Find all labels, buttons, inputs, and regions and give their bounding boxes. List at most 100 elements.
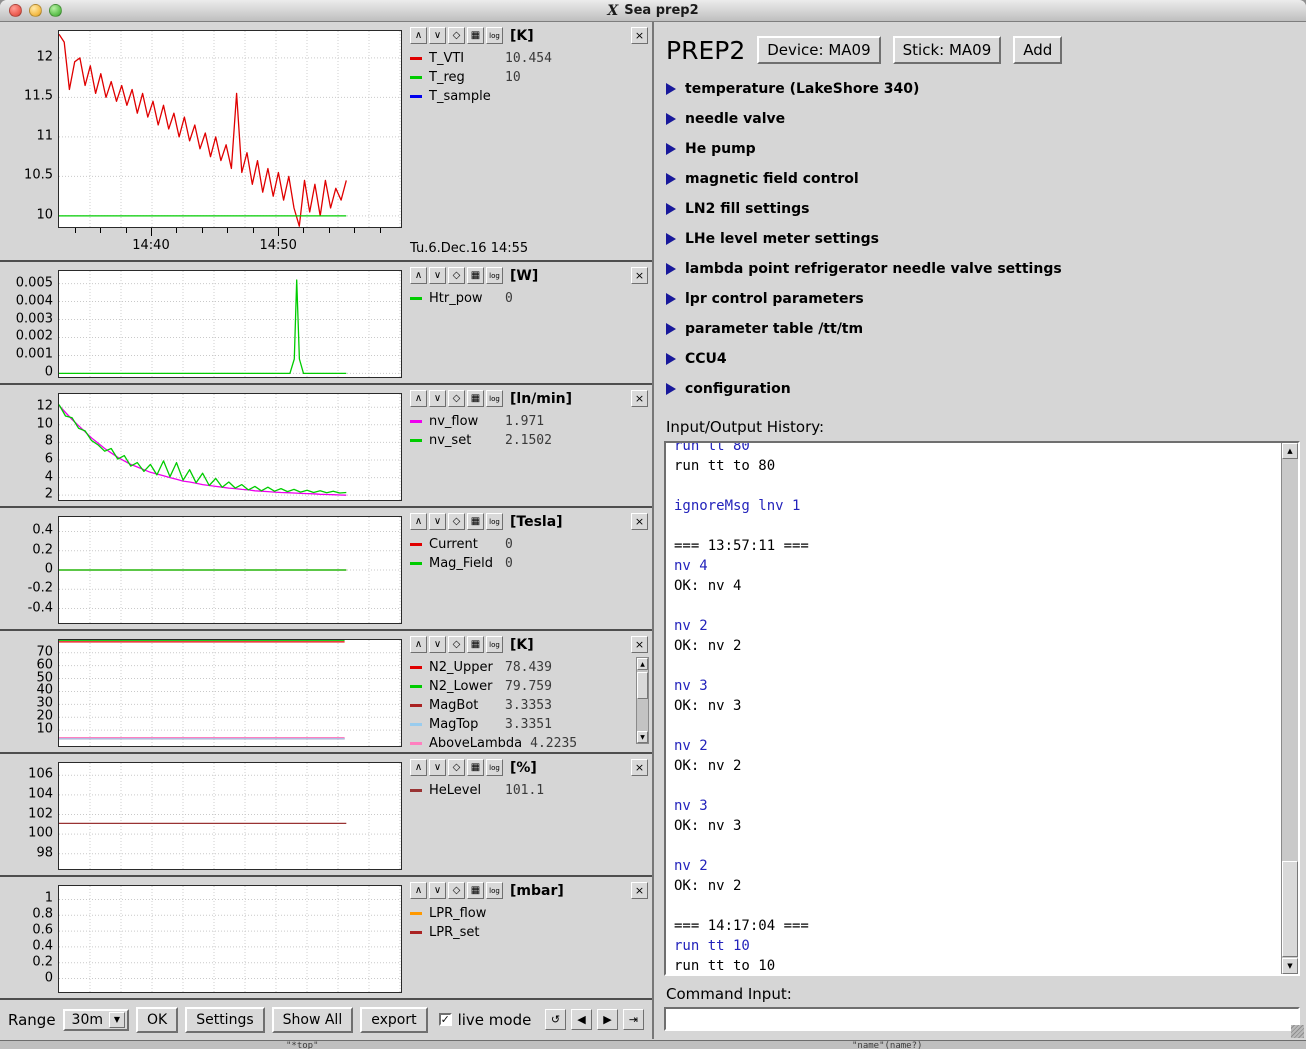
scroll-up-icon[interactable]: ▲ <box>1282 443 1298 459</box>
tree-item-ln2-fill-settings[interactable]: LN2 fill settings <box>666 194 1306 224</box>
shift-down-button[interactable]: ∨ <box>429 27 446 44</box>
jump-to-end-button[interactable]: ⇥ <box>623 1009 644 1030</box>
close-chart-button[interactable]: × <box>631 636 648 653</box>
autoscale-button[interactable]: ◇ <box>448 390 465 407</box>
close-chart-button[interactable]: × <box>631 513 648 530</box>
grid-button[interactable]: ▦ <box>467 267 484 284</box>
titlebar[interactable]: X Sea prep2 <box>0 0 1306 22</box>
expand-triangle-icon[interactable] <box>666 293 676 305</box>
scroll-down-icon[interactable]: ▼ <box>1282 958 1298 974</box>
add-button[interactable]: Add <box>1013 36 1062 64</box>
expand-triangle-icon[interactable] <box>666 173 676 185</box>
ok-button[interactable]: OK <box>136 1007 178 1033</box>
grid-button[interactable]: ▦ <box>467 882 484 899</box>
tree-item-configuration[interactable]: configuration <box>666 374 1306 404</box>
autoscale-button[interactable]: ◇ <box>448 27 465 44</box>
tree-item-ccu4[interactable]: CCU4 <box>666 344 1306 374</box>
stick-button[interactable]: Stick: MA09 <box>893 36 1002 64</box>
autoscale-button[interactable]: ◇ <box>448 759 465 776</box>
settings-button[interactable]: Settings <box>185 1007 264 1033</box>
tree-item-temperature-lakeshore-340[interactable]: temperature (LakeShore 340) <box>666 74 1306 104</box>
range-select[interactable]: 30m ▼ <box>63 1009 129 1031</box>
autoscale-button[interactable]: ◇ <box>448 636 465 653</box>
tree-item-lambda-point-refrigerator-needle-valve-settings[interactable]: lambda point refrigerator needle valve s… <box>666 254 1306 284</box>
grid-button[interactable]: ▦ <box>467 759 484 776</box>
expand-triangle-icon[interactable] <box>666 263 676 275</box>
autoscale-button[interactable]: ◇ <box>448 513 465 530</box>
log-scale-button[interactable]: log <box>486 267 503 284</box>
log-scale-button[interactable]: log <box>486 636 503 653</box>
expand-triangle-icon[interactable] <box>666 203 676 215</box>
tree-item-he-pump[interactable]: He pump <box>666 134 1306 164</box>
legend-scrollbar[interactable]: ▲▼ <box>636 657 649 744</box>
grid-button[interactable]: ▦ <box>467 636 484 653</box>
resize-grip[interactable] <box>1291 1025 1304 1038</box>
zoom-window-button[interactable] <box>49 4 62 17</box>
chart-plot[interactable] <box>58 516 402 624</box>
log-scale-button[interactable]: log <box>486 513 503 530</box>
chart-plot[interactable] <box>58 30 402 228</box>
live-mode-checkbox[interactable]: ✓ live mode <box>439 1011 532 1029</box>
chart-plot[interactable] <box>58 762 402 870</box>
expand-triangle-icon[interactable] <box>666 383 676 395</box>
expand-triangle-icon[interactable] <box>666 323 676 335</box>
grid-button[interactable]: ▦ <box>467 513 484 530</box>
shift-down-button[interactable]: ∨ <box>429 267 446 284</box>
close-window-button[interactable] <box>9 4 22 17</box>
chart-plot[interactable] <box>58 885 402 993</box>
scroll-up-icon[interactable]: ▲ <box>637 658 648 670</box>
scroll-down-icon[interactable]: ▼ <box>637 731 648 743</box>
chart-plot[interactable] <box>58 639 402 747</box>
shift-up-button[interactable]: ∧ <box>410 636 427 653</box>
command-input[interactable] <box>664 1007 1300 1031</box>
export-button[interactable]: export <box>360 1007 427 1033</box>
tree-item-magnetic-field-control[interactable]: magnetic field control <box>666 164 1306 194</box>
tree-item-lpr-control-parameters[interactable]: lpr control parameters <box>666 284 1306 314</box>
expand-triangle-icon[interactable] <box>666 113 676 125</box>
history-scrollbar[interactable]: ▲ ▼ <box>1281 443 1298 974</box>
grid-button[interactable]: ▦ <box>467 390 484 407</box>
log-scale-button[interactable]: log <box>486 27 503 44</box>
log-scale-button[interactable]: log <box>486 390 503 407</box>
pan-right-button[interactable]: ▶ <box>597 1009 618 1030</box>
scrollbar-track[interactable] <box>1282 459 1298 958</box>
scrollbar-thumb[interactable] <box>1282 861 1298 957</box>
tree-item-lhe-level-meter-settings[interactable]: LHe level meter settings <box>666 224 1306 254</box>
pan-left-button[interactable]: ◀ <box>571 1009 592 1030</box>
shift-down-button[interactable]: ∨ <box>429 636 446 653</box>
shift-up-button[interactable]: ∧ <box>410 267 427 284</box>
grid-button[interactable]: ▦ <box>467 27 484 44</box>
shift-down-button[interactable]: ∨ <box>429 390 446 407</box>
shift-up-button[interactable]: ∧ <box>410 513 427 530</box>
chart-plot[interactable] <box>58 270 402 378</box>
scrollbar-thumb[interactable] <box>637 672 648 699</box>
shift-up-button[interactable]: ∧ <box>410 27 427 44</box>
autoscale-button[interactable]: ◇ <box>448 882 465 899</box>
shift-down-button[interactable]: ∨ <box>429 882 446 899</box>
close-chart-button[interactable]: × <box>631 390 648 407</box>
chart-plot[interactable] <box>58 393 402 501</box>
close-chart-button[interactable]: × <box>631 759 648 776</box>
log-scale-button[interactable]: log <box>486 882 503 899</box>
tree-item-needle-valve[interactable]: needle valve <box>666 104 1306 134</box>
expand-triangle-icon[interactable] <box>666 143 676 155</box>
shift-down-button[interactable]: ∨ <box>429 759 446 776</box>
tree-item-parameter-table-tt-tm[interactable]: parameter table /tt/tm <box>666 314 1306 344</box>
expand-triangle-icon[interactable] <box>666 83 676 95</box>
shift-up-button[interactable]: ∧ <box>410 882 427 899</box>
show-all-button[interactable]: Show All <box>272 1007 354 1033</box>
io-history-text[interactable]: run tt 80run tt to 80 ignoreMsg lnv 1 ==… <box>666 443 1281 974</box>
close-chart-button[interactable]: × <box>631 267 648 284</box>
expand-triangle-icon[interactable] <box>666 353 676 365</box>
close-chart-button[interactable]: × <box>631 882 648 899</box>
close-chart-button[interactable]: × <box>631 27 648 44</box>
minimize-window-button[interactable] <box>29 4 42 17</box>
shift-up-button[interactable]: ∧ <box>410 390 427 407</box>
shift-up-button[interactable]: ∧ <box>410 759 427 776</box>
reset-view-button[interactable]: ↺ <box>545 1009 566 1030</box>
autoscale-button[interactable]: ◇ <box>448 267 465 284</box>
log-scale-button[interactable]: log <box>486 759 503 776</box>
shift-down-button[interactable]: ∨ <box>429 513 446 530</box>
expand-triangle-icon[interactable] <box>666 233 676 245</box>
device-button[interactable]: Device: MA09 <box>757 36 880 64</box>
